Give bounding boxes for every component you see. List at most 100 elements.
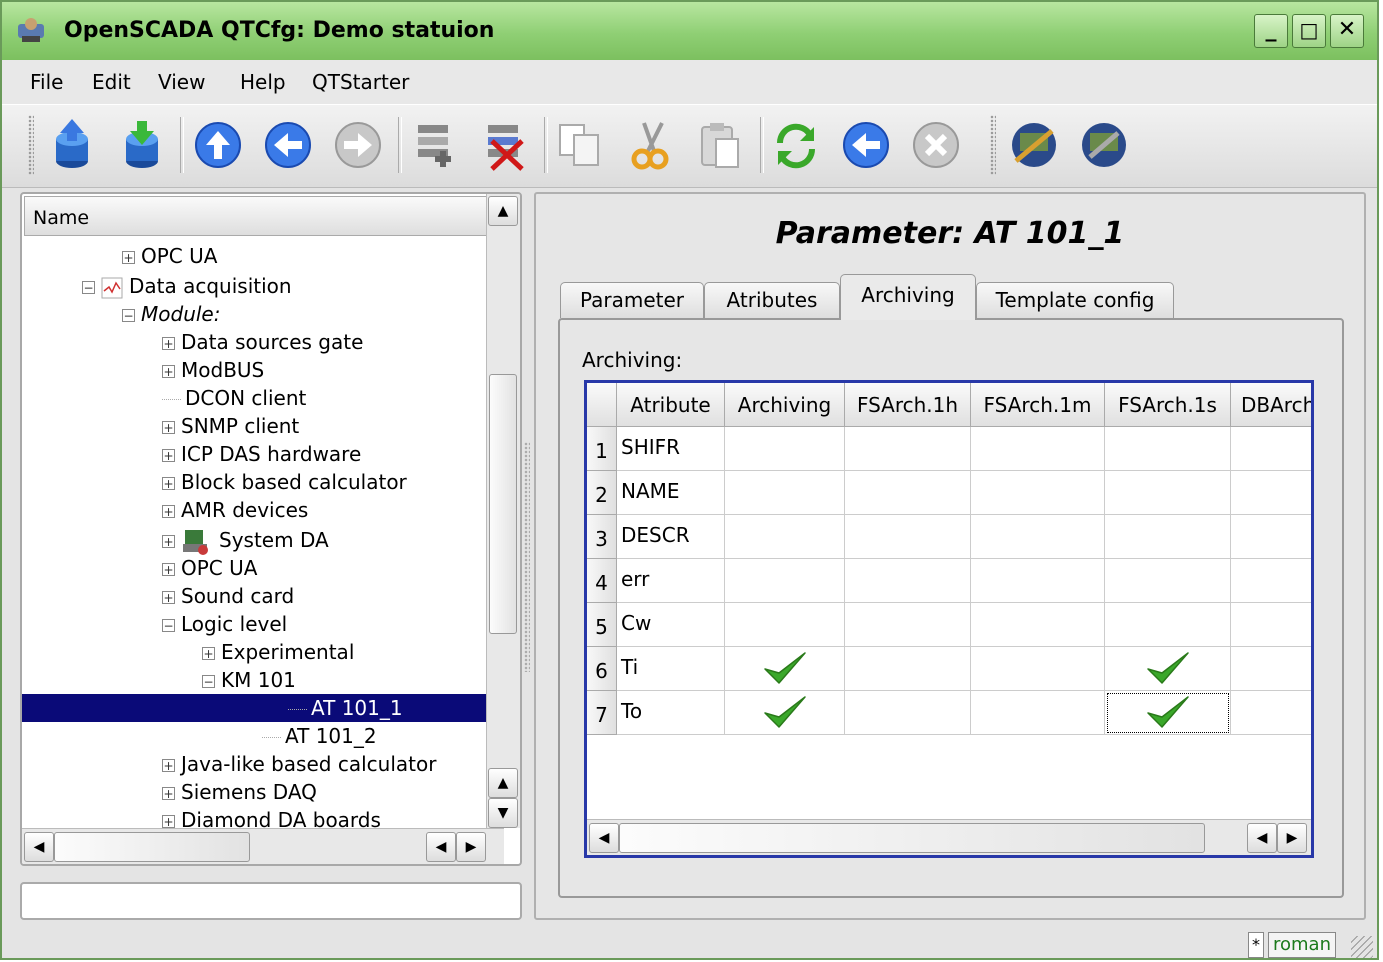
collapse-icon[interactable]: − [162,619,175,632]
expand-icon[interactable]: + [162,591,175,604]
delete-item-icon[interactable] [478,117,534,173]
expand-icon[interactable]: + [162,815,175,828]
collapse-icon[interactable]: − [122,309,135,322]
cell-archive-flag[interactable] [1231,603,1311,647]
cell-atribute[interactable]: To [617,691,725,735]
expand-icon[interactable]: + [162,477,175,490]
scroll-up-button[interactable]: ▲ [488,196,518,226]
cell-archive-flag[interactable] [971,647,1105,691]
cell-archive-flag[interactable] [845,515,971,559]
db-save-icon[interactable] [114,117,170,173]
expand-icon[interactable]: + [162,337,175,350]
resize-grip[interactable] [1351,936,1373,958]
column-header-atribute[interactable]: Atribute [617,383,725,427]
add-item-icon[interactable] [408,117,464,173]
row-header[interactable]: 7 [587,691,617,735]
cell-archive-flag[interactable] [1231,471,1311,515]
tree-vertical-scrollbar[interactable]: ▲ ▲ ▼ [486,194,520,828]
column-header-fsarch-1h[interactable]: FSArch.1h [845,383,971,427]
row-header[interactable]: 3 [587,515,617,559]
column-header-fsarch-1m[interactable]: FSArch.1m [971,383,1105,427]
cell-archive-flag[interactable] [845,559,971,603]
cell-archive-flag[interactable] [1231,515,1311,559]
cell-archive-flag[interactable] [845,691,971,735]
expand-icon[interactable]: + [162,787,175,800]
cell-archive-flag[interactable] [971,559,1105,603]
tree-item[interactable]: + AMR devices [162,496,308,524]
tree-status-field[interactable] [20,882,522,920]
panel-splitter[interactable] [524,442,530,672]
cell-archive-flag[interactable] [1231,427,1311,471]
cell-archive-flag[interactable] [845,471,971,515]
refresh-icon[interactable] [768,117,824,173]
cell-archive-flag[interactable] [1231,647,1311,691]
cell-archive-flag[interactable] [1231,559,1311,603]
expand-icon[interactable]: + [162,759,175,772]
cell-archive-flag[interactable] [725,515,845,559]
cell-atribute[interactable]: DESCR [617,515,725,559]
tree-column-header[interactable]: Name [24,196,502,236]
cell-archive-flag[interactable] [1105,471,1231,515]
cell-archive-flag[interactable] [845,647,971,691]
column-header-dbarch[interactable]: DBArch [1231,383,1311,427]
cell-archive-flag[interactable] [1105,559,1231,603]
expand-icon[interactable]: + [162,505,175,518]
tree-item[interactable]: + SNMP client [162,412,299,440]
tree-item[interactable]: − Logic level [162,610,287,638]
menu-edit[interactable]: Edit [92,70,131,94]
cell-atribute[interactable]: err [617,559,725,603]
row-header[interactable]: 6 [587,647,617,691]
tree-item[interactable]: + Siemens DAQ [162,778,317,806]
stop-icon[interactable] [908,117,964,173]
cell-archive-flag[interactable] [971,427,1105,471]
cell-archive-flag[interactable] [725,427,845,471]
station-config-icon[interactable] [1076,117,1132,173]
cut-icon[interactable] [622,117,678,173]
db-load-icon[interactable] [44,117,100,173]
expand-icon[interactable]: + [162,563,175,576]
cell-archive-flag[interactable] [725,471,845,515]
tree-item[interactable]: AT 101_2 [262,722,377,750]
user-indicator[interactable]: roman [1268,932,1336,958]
tab-template-config[interactable]: Template config [976,282,1174,318]
tree-item[interactable]: + System DA [162,526,329,555]
row-header[interactable]: 2 [587,471,617,515]
cell-archive-flag[interactable] [1105,691,1231,735]
cell-archive-flag[interactable] [845,427,971,471]
scroll-left-button[interactable]: ◀ [589,823,619,853]
cell-archive-flag[interactable] [725,559,845,603]
scroll-right-button[interactable]: ▶ [456,832,486,862]
tree-item[interactable]: + Java-like based calculator [162,750,436,778]
minimize-button[interactable]: _ [1254,14,1288,48]
scroll-left-button[interactable]: ◀ [1247,823,1277,853]
tree-item[interactable]: AT 101_1 [22,694,504,722]
tab-parameter[interactable]: Parameter [560,282,704,318]
copy-icon[interactable] [552,117,608,173]
expand-icon[interactable]: + [202,647,215,660]
cell-atribute[interactable]: SHIFR [617,427,725,471]
menu-view[interactable]: View [158,70,205,94]
tree-item[interactable]: + OPC UA [122,242,217,270]
tree-item[interactable]: + ICP DAS hardware [162,440,361,468]
menu-qtstarter[interactable]: QTStarter [312,70,409,94]
cell-archive-flag[interactable] [971,603,1105,647]
tree-item[interactable]: + ModBUS [162,356,264,384]
forward-icon[interactable] [330,117,386,173]
cell-archive-flag[interactable] [1105,603,1231,647]
toolbar-grip[interactable] [28,115,34,175]
back-icon[interactable] [260,117,316,173]
cell-archive-flag[interactable] [971,515,1105,559]
station-icon[interactable] [1006,117,1062,173]
table-corner[interactable] [587,383,617,427]
tree-item[interactable]: − KM 101 [202,666,296,694]
cell-atribute[interactable]: Ti [617,647,725,691]
scroll-left-button[interactable]: ◀ [426,832,456,862]
tree-item[interactable]: DCON client [162,384,306,412]
scroll-right-button[interactable]: ▶ [1277,823,1307,853]
tab-archiving[interactable]: Archiving [840,274,976,320]
scroll-thumb[interactable] [489,374,517,634]
cell-archive-flag[interactable] [1105,647,1231,691]
cell-archive-flag[interactable] [1105,427,1231,471]
tree-item[interactable]: + Diamond DA boards [162,806,381,828]
scroll-thumb[interactable] [54,832,250,862]
